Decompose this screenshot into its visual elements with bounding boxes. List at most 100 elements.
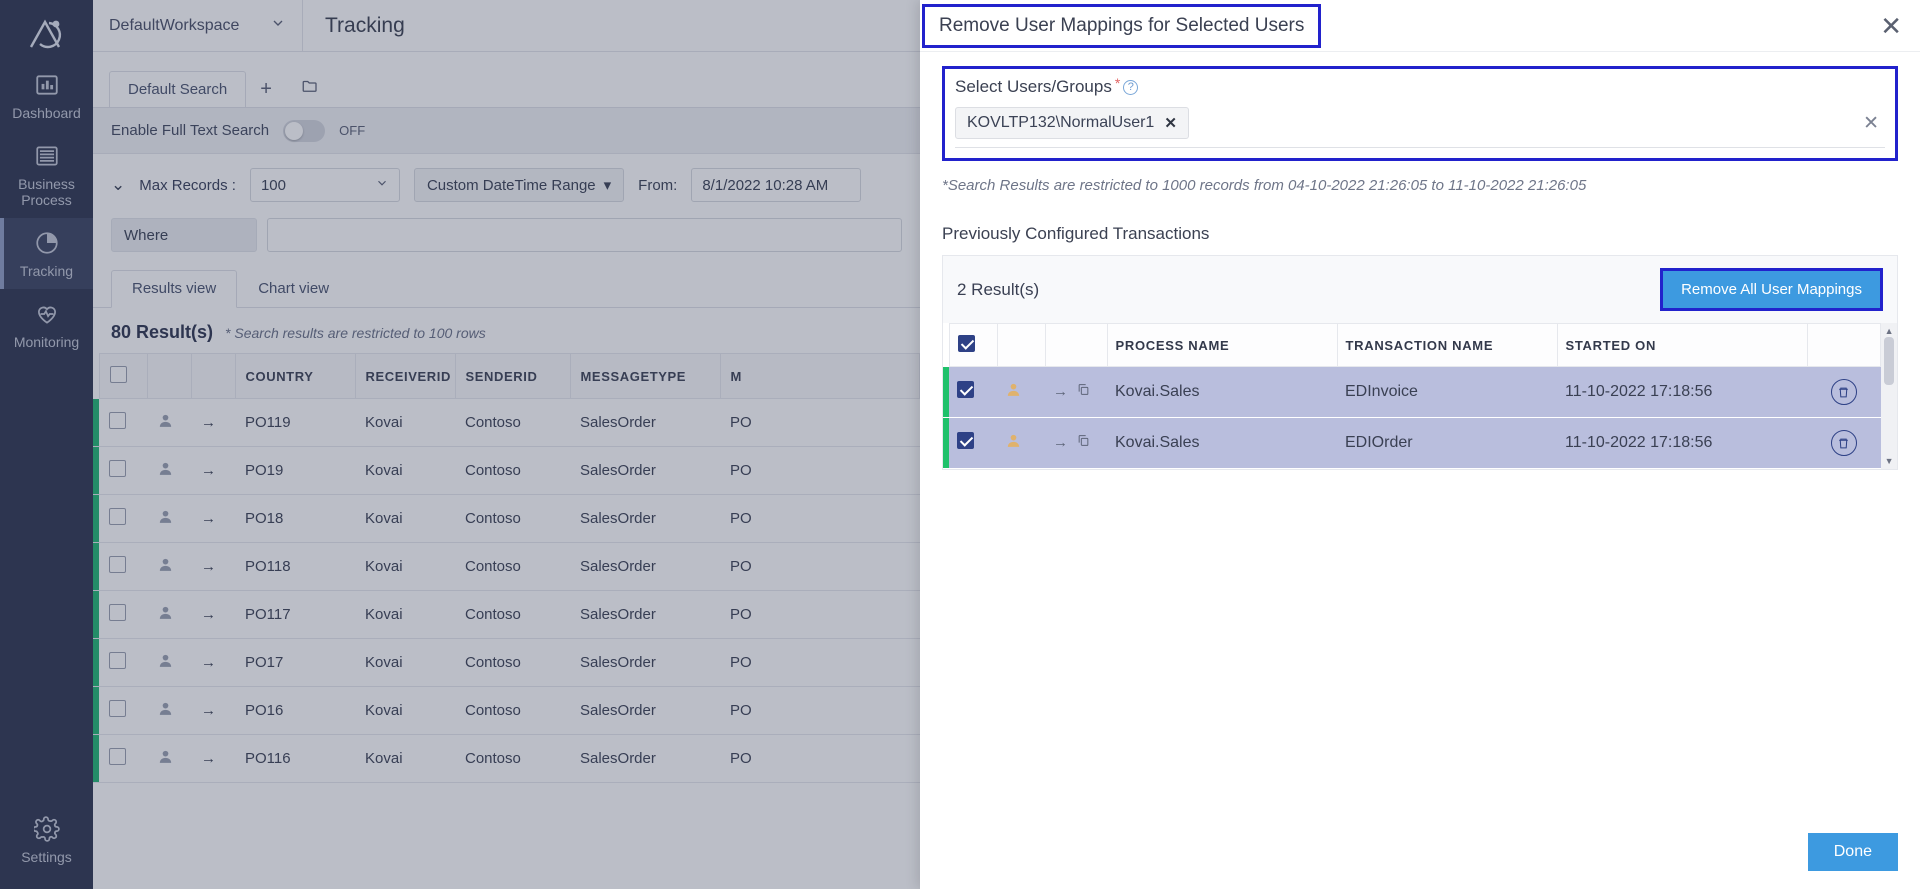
select-all-checkbox[interactable] — [109, 366, 127, 383]
table-row[interactable]: → PO117 Kovai Contoso SalesOrder PO — [93, 590, 920, 639]
transactions-scrollbar[interactable]: ▲ ▼ — [1881, 323, 1897, 469]
person-icon — [147, 398, 191, 447]
cell-more: PO — [720, 638, 920, 687]
row-checkbox[interactable] — [109, 748, 126, 765]
arrow-right-icon[interactable]: → — [1053, 383, 1068, 400]
chevron-down-icon — [375, 176, 389, 194]
view-tabs: Results view Chart view — [93, 256, 920, 308]
cell-more: PO — [720, 590, 920, 639]
row-checkbox-cell[interactable] — [99, 734, 147, 783]
row-checkbox-cell[interactable] — [99, 494, 147, 543]
from-datetime-input[interactable]: 8/1/2022 10:28 AM — [691, 168, 862, 202]
copy-icon[interactable] — [1077, 383, 1090, 400]
folder-open-icon[interactable] — [286, 71, 334, 107]
row-checkbox[interactable] — [109, 652, 126, 669]
select-all-checkbox[interactable] — [957, 335, 975, 352]
scroll-up-arrow-icon[interactable]: ▲ — [1881, 326, 1897, 336]
help-circle-icon[interactable]: ? — [1123, 79, 1139, 95]
chevrons-down-icon[interactable]: ⌄ — [111, 175, 125, 195]
scrollbar-thumb[interactable] — [1884, 337, 1894, 385]
col-messagetype[interactable]: MESSAGETYPE — [569, 353, 721, 399]
row-checkbox[interactable] — [109, 604, 126, 621]
table-row[interactable]: → Kovai.Sales EDInvoice 11-10-2022 17:18… — [943, 366, 1881, 418]
plus-icon[interactable]: + — [246, 72, 286, 107]
max-records-select[interactable]: 100 — [249, 168, 400, 202]
scroll-down-arrow-icon[interactable]: ▼ — [1881, 456, 1897, 466]
row-checkbox[interactable] — [109, 556, 126, 573]
row-action-icons[interactable]: → — [1045, 417, 1107, 469]
sidebar-item-settings[interactable]: Settings — [0, 804, 93, 875]
done-button[interactable]: Done — [1807, 833, 1898, 871]
results-note: * Search results are restricted to 100 r… — [225, 325, 486, 341]
arrow-right-icon: → — [191, 494, 235, 543]
row-checkbox-cell[interactable] — [99, 590, 147, 639]
table-row[interactable]: → PO19 Kovai Contoso SalesOrder PO — [93, 446, 920, 495]
row-checkbox[interactable] — [109, 412, 126, 429]
full-text-search-toggle[interactable] — [283, 119, 326, 142]
close-icon[interactable]: ✕ — [1880, 13, 1902, 39]
remove-all-user-mappings-button[interactable]: Remove All User Mappings — [1663, 271, 1880, 308]
row-checkbox[interactable] — [109, 508, 126, 525]
col-transaction-name[interactable]: TRANSACTION NAME — [1336, 323, 1558, 367]
sidebar-item-tracking[interactable]: Tracking — [0, 218, 93, 290]
table-row[interactable]: → PO119 Kovai Contoso SalesOrder PO — [93, 398, 920, 447]
table-row[interactable]: → PO16 Kovai Contoso SalesOrder PO — [93, 686, 920, 735]
row-checkbox[interactable] — [109, 700, 126, 717]
sidebar-item-label: Settings — [21, 848, 72, 865]
row-checkbox[interactable] — [109, 460, 126, 477]
sidebar-item-monitoring[interactable]: Monitoring — [0, 289, 93, 360]
cell-country: PO18 — [235, 494, 355, 543]
col-started-on[interactable]: STARTED ON — [1556, 323, 1808, 367]
sidebar-item-dashboard[interactable]: Dashboard — [0, 60, 93, 131]
table-row[interactable]: → PO116 Kovai Contoso SalesOrder PO — [93, 734, 920, 783]
row-checkbox-cell[interactable] — [949, 417, 997, 469]
from-datetime-value: 8/1/2022 10:28 AM — [702, 176, 829, 194]
row-checkbox-cell[interactable] — [99, 446, 147, 495]
cell-process-name: Kovai.Sales — [1107, 417, 1337, 469]
copy-icon[interactable] — [1077, 434, 1090, 451]
row-checkbox[interactable] — [957, 432, 974, 449]
col-country[interactable]: COUNTRY — [234, 353, 356, 399]
clear-x-icon[interactable]: ✕ — [1863, 112, 1885, 135]
transactions-panel-bar: 2 Result(s) Remove All User Mappings — [943, 256, 1897, 323]
users-groups-input[interactable]: KOVLTP132\NormalUser1 ✕ ✕ — [955, 107, 1885, 148]
col-blank-b — [1044, 323, 1108, 367]
col-m[interactable]: M — [719, 353, 920, 399]
full-text-search-label: Enable Full Text Search — [111, 122, 270, 139]
tab-default-search[interactable]: Default Search — [109, 71, 247, 107]
x-icon[interactable]: ✕ — [1164, 114, 1177, 132]
trash-icon[interactable] — [1830, 379, 1857, 405]
datetime-range-button[interactable]: Custom DateTime Range ▾ — [413, 168, 625, 202]
sidebar-item-business-process[interactable]: Business Process — [0, 131, 93, 218]
col-blank-2 — [190, 353, 236, 399]
row-checkbox-cell[interactable] — [99, 542, 147, 591]
table-row[interactable]: → Kovai.Sales EDIOrder 11-10-2022 17:18:… — [943, 417, 1881, 469]
transactions-select-all-header[interactable] — [948, 323, 998, 367]
cell-more: PO — [720, 734, 920, 783]
col-receiverid[interactable]: RECEIVERID — [354, 353, 456, 399]
person-icon — [147, 686, 191, 735]
col-senderid[interactable]: SENDERID — [454, 353, 571, 399]
dialog-footer: Done — [920, 817, 1920, 889]
tab-chart-view[interactable]: Chart view — [237, 270, 350, 307]
arrow-right-icon[interactable]: → — [1053, 434, 1068, 451]
where-input[interactable] — [267, 218, 902, 252]
trash-icon[interactable] — [1830, 430, 1857, 456]
selected-user-tag[interactable]: KOVLTP132\NormalUser1 ✕ — [955, 107, 1189, 139]
workspace-selector[interactable]: DefaultWorkspace — [93, 0, 303, 51]
cell-messagetype: SalesOrder — [570, 446, 720, 495]
row-checkbox-cell[interactable] — [99, 686, 147, 735]
row-action-icons[interactable]: → — [1045, 366, 1107, 418]
row-checkbox-cell[interactable] — [949, 366, 997, 418]
cell-delete[interactable] — [1807, 417, 1881, 469]
table-row[interactable]: → PO17 Kovai Contoso SalesOrder PO — [93, 638, 920, 687]
tab-results-view[interactable]: Results view — [111, 270, 238, 308]
row-checkbox-cell[interactable] — [99, 398, 147, 447]
table-row[interactable]: → PO18 Kovai Contoso SalesOrder PO — [93, 494, 920, 543]
select-all-header[interactable] — [98, 353, 148, 399]
cell-delete[interactable] — [1807, 366, 1881, 418]
col-process-name[interactable]: PROCESS NAME — [1106, 323, 1338, 367]
row-checkbox[interactable] — [957, 381, 974, 398]
row-checkbox-cell[interactable] — [99, 638, 147, 687]
table-row[interactable]: → PO118 Kovai Contoso SalesOrder PO — [93, 542, 920, 591]
